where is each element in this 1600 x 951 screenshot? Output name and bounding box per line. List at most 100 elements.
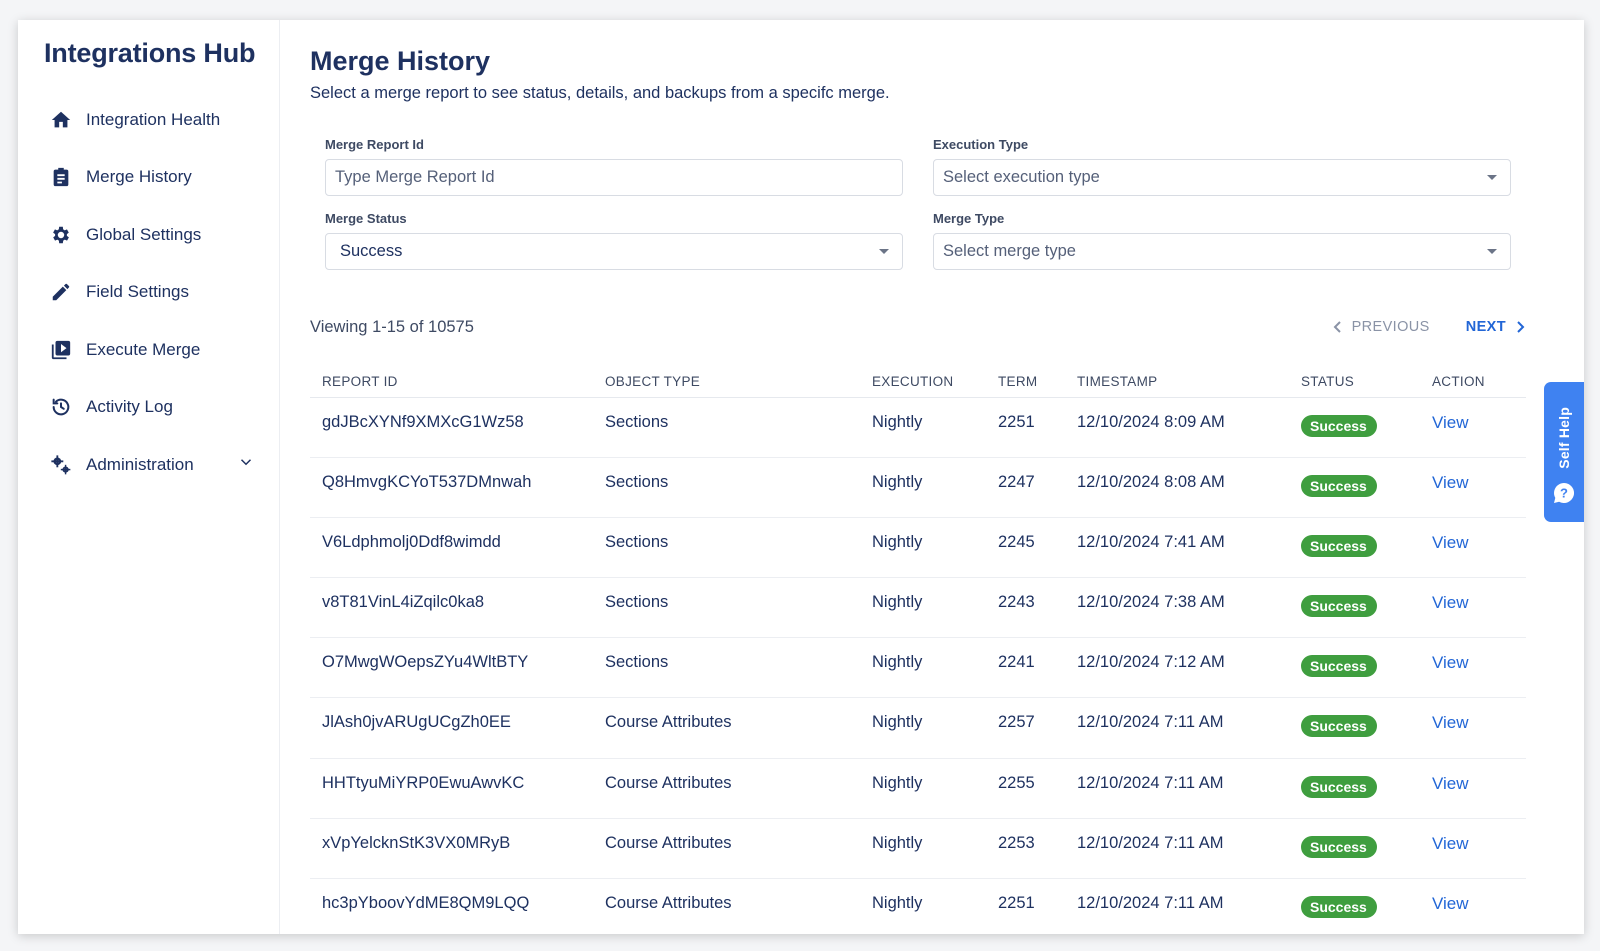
status-cell: Success bbox=[1301, 878, 1432, 934]
view-link[interactable]: View bbox=[1432, 473, 1469, 492]
execution-type-filter: Execution Type Select execution type bbox=[933, 137, 1511, 196]
sidebar: Integrations Hub Integration Health Merg… bbox=[18, 20, 280, 934]
status-badge: Success bbox=[1301, 474, 1377, 497]
self-help-button[interactable]: Self Help ? bbox=[1544, 382, 1584, 522]
timestamp-cell: 12/10/2024 7:38 AM bbox=[1077, 577, 1301, 639]
merge-type-placeholder: Select merge type bbox=[943, 242, 1076, 260]
object-type-cell: Course Attributes bbox=[605, 878, 872, 934]
sidebar-item-integration-health[interactable]: Integration Health bbox=[18, 91, 279, 149]
timestamp-cell: 12/10/2024 7:11 AM bbox=[1077, 878, 1301, 934]
execution-cell: Nightly bbox=[872, 457, 998, 518]
action-cell: View bbox=[1432, 637, 1526, 699]
view-link[interactable]: View bbox=[1432, 653, 1469, 672]
status-badge: Success bbox=[1301, 655, 1377, 678]
status-cell: Success bbox=[1301, 517, 1432, 579]
table-row: V6Ldphmolj0Ddf8wimdd Sections Nightly 22… bbox=[310, 517, 1526, 579]
sidebar-item-merge-history[interactable]: Merge History bbox=[18, 149, 279, 207]
status-badge: Success bbox=[1301, 835, 1377, 858]
table-row: HHTtyuMiYRP0EwuAwvKC Course Attributes N… bbox=[310, 758, 1526, 819]
table-row: JlAsh0jvARUgUCgZh0EE Course Attributes N… bbox=[310, 697, 1526, 759]
pager: PREVIOUS NEXT bbox=[1332, 319, 1526, 335]
caret-down-icon bbox=[1487, 249, 1497, 254]
play-library-icon bbox=[50, 339, 72, 361]
chevron-left-icon bbox=[1333, 321, 1341, 333]
chevron-down-icon[interactable] bbox=[237, 453, 255, 476]
table-row: gdJBcXYNf9XMXcG1Wz58 Sections Nightly 22… bbox=[310, 397, 1526, 458]
table-row: O7MwgWOepsZYu4WltBTY Sections Nightly 22… bbox=[310, 637, 1526, 699]
status-badge: Success bbox=[1301, 595, 1377, 618]
term-cell: 2257 bbox=[998, 697, 1077, 759]
sidebar-item-label: Activity Log bbox=[86, 397, 173, 417]
column-header-status: STATUS bbox=[1301, 367, 1432, 398]
question-bubble-icon: ? bbox=[1554, 482, 1575, 503]
status-cell: Success bbox=[1301, 457, 1432, 518]
merge-report-id-input[interactable] bbox=[335, 168, 889, 187]
action-cell: View bbox=[1432, 878, 1526, 934]
merge-status-select[interactable]: Success bbox=[325, 233, 903, 270]
object-type-cell: Sections bbox=[605, 637, 872, 699]
status-badge: Success bbox=[1301, 775, 1377, 798]
status-badge: Success bbox=[1301, 414, 1377, 437]
object-type-cell: Course Attributes bbox=[605, 758, 872, 819]
pagination-bar: Viewing 1-15 of 10575 PREVIOUS NEXT bbox=[310, 315, 1526, 339]
status-cell: Success bbox=[1301, 397, 1432, 458]
status-cell: Success bbox=[1301, 758, 1432, 819]
filter-panel: Merge Report Id Execution Type Select ex… bbox=[325, 137, 1584, 270]
view-link[interactable]: View bbox=[1432, 774, 1469, 793]
timestamp-cell: 12/10/2024 8:09 AM bbox=[1077, 397, 1301, 458]
term-cell: 2241 bbox=[998, 637, 1077, 699]
view-link[interactable]: View bbox=[1432, 834, 1469, 853]
table-row: Q8HmvgKCYoT537DMnwah Sections Nightly 22… bbox=[310, 457, 1526, 518]
view-link[interactable]: View bbox=[1432, 413, 1469, 432]
report-id-cell: JlAsh0jvARUgUCgZh0EE bbox=[310, 697, 605, 759]
next-button[interactable]: NEXT bbox=[1466, 319, 1526, 335]
column-header-action: ACTION bbox=[1432, 367, 1526, 398]
page-subtitle: Select a merge report to see status, det… bbox=[310, 84, 890, 102]
term-cell: 2255 bbox=[998, 758, 1077, 819]
app-window: Integrations Hub Integration Health Merg… bbox=[18, 20, 1584, 934]
home-icon bbox=[50, 109, 72, 131]
status-badge: Success bbox=[1301, 715, 1377, 738]
execution-type-select[interactable]: Select execution type bbox=[933, 159, 1511, 196]
object-type-cell: Course Attributes bbox=[605, 818, 872, 880]
view-link[interactable]: View bbox=[1432, 894, 1469, 913]
action-cell: View bbox=[1432, 517, 1526, 579]
view-link[interactable]: View bbox=[1432, 713, 1469, 732]
column-header-object-type: OBJECT TYPE bbox=[605, 367, 872, 398]
view-link[interactable]: View bbox=[1432, 533, 1469, 552]
column-header-timestamp: TIMESTAMP bbox=[1077, 367, 1301, 398]
view-link[interactable]: View bbox=[1432, 593, 1469, 612]
status-badge: Success bbox=[1301, 896, 1377, 918]
sidebar-item-field-settings[interactable]: Field Settings bbox=[18, 264, 279, 322]
sidebar-item-activity-log[interactable]: Activity Log bbox=[18, 379, 279, 437]
main-content: Merge History Select a merge report to s… bbox=[280, 20, 1584, 934]
timestamp-cell: 12/10/2024 7:41 AM bbox=[1077, 517, 1301, 579]
report-id-cell: hc3pYboovYdME8QM9LQQ bbox=[310, 878, 605, 934]
merge-type-filter: Merge Type Select merge type bbox=[933, 211, 1511, 270]
execution-cell: Nightly bbox=[872, 818, 998, 880]
sidebar-item-administration[interactable]: Administration bbox=[18, 436, 279, 494]
table-row: hc3pYboovYdME8QM9LQQ Course Attributes N… bbox=[310, 878, 1526, 934]
report-id-cell: gdJBcXYNf9XMXcG1Wz58 bbox=[310, 397, 605, 458]
sidebar-item-label: Execute Merge bbox=[86, 339, 201, 359]
term-cell: 2251 bbox=[998, 878, 1077, 934]
status-cell: Success bbox=[1301, 637, 1432, 699]
action-cell: View bbox=[1432, 818, 1526, 880]
sidebar-item-global-settings[interactable]: Global Settings bbox=[18, 206, 279, 264]
sidebar-item-label: Integration Health bbox=[86, 109, 221, 129]
timestamp-cell: 12/10/2024 7:12 AM bbox=[1077, 637, 1301, 699]
table-row: xVpYelcknStK3VX0MRyB Course Attributes N… bbox=[310, 818, 1526, 880]
self-help-label: Self Help bbox=[1556, 407, 1572, 469]
merge-type-select[interactable]: Select merge type bbox=[933, 233, 1511, 270]
merge-report-id-label: Merge Report Id bbox=[325, 137, 424, 152]
execution-cell: Nightly bbox=[872, 397, 998, 458]
report-id-cell: O7MwgWOepsZYu4WltBTY bbox=[310, 637, 605, 699]
previous-button[interactable]: PREVIOUS bbox=[1332, 319, 1430, 335]
sidebar-item-execute-merge[interactable]: Execute Merge bbox=[18, 321, 279, 379]
execution-cell: Nightly bbox=[872, 878, 998, 934]
report-id-cell: v8T81VinL4iZqilc0ka8 bbox=[310, 577, 605, 639]
execution-type-placeholder: Select execution type bbox=[943, 168, 1100, 186]
object-type-cell: Sections bbox=[605, 397, 872, 458]
merge-history-table: REPORT ID OBJECT TYPE EXECUTION TERM TIM… bbox=[310, 367, 1526, 934]
sidebar-item-label: Field Settings bbox=[86, 282, 189, 302]
